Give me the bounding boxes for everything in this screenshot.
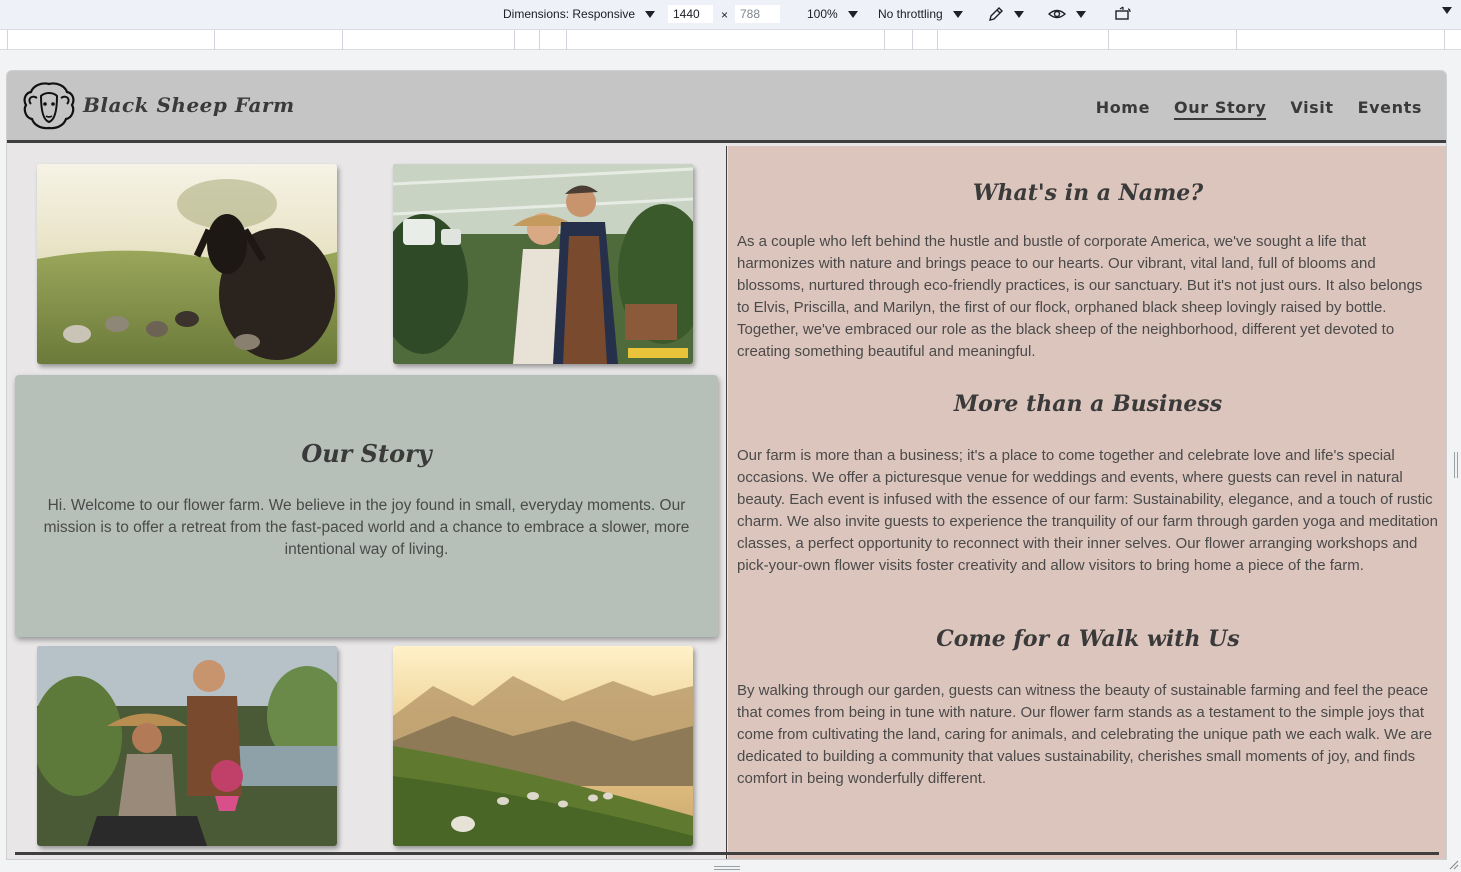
rotate-button[interactable]	[1114, 6, 1132, 22]
greenhouse-couple-photo	[393, 164, 693, 364]
chevron-down-icon	[1076, 10, 1086, 18]
section-name-title: What's in a Name?	[972, 180, 1204, 206]
height-input[interactable]: 788	[735, 5, 780, 23]
nav-events[interactable]: Events	[1358, 98, 1422, 120]
sheep-head-icon[interactable]	[21, 80, 77, 132]
sheep-meadow-photo	[37, 164, 337, 364]
site-navbar: Black Sheep Farm Home Our Story Visit Ev…	[7, 71, 1446, 143]
dimensions-label: Dimensions: Responsive	[503, 7, 636, 21]
footer-divider	[15, 852, 1439, 855]
potted-flowers-photo	[37, 646, 337, 846]
dimensions-dropdown[interactable]: Dimensions: Responsive	[503, 7, 656, 21]
page-viewport: Black Sheep Farm Home Our Story Visit Ev…	[6, 70, 1447, 860]
our-story-card: Our Story Hi. Welcome to our flower farm…	[15, 375, 718, 637]
our-story-title: Our Story	[301, 439, 432, 468]
brand-name[interactable]: Black Sheep Farm	[83, 93, 295, 117]
main-nav: Home Our Story Visit Events	[1096, 98, 1422, 120]
viewport-resize-handle-right[interactable]	[1454, 452, 1458, 478]
more-options-button[interactable]	[1436, 7, 1452, 14]
times-sign: ×	[721, 8, 729, 22]
width-input[interactable]: 1440	[668, 5, 713, 23]
section-walk-title: Come for a Walk with Us	[936, 626, 1240, 652]
chevron-down-icon	[1442, 7, 1452, 14]
chevron-down-icon	[645, 10, 656, 18]
nav-home[interactable]: Home	[1096, 98, 1150, 120]
throttling-label: No throttling	[878, 7, 943, 21]
eye-icon	[1048, 9, 1066, 19]
section-name-text: As a couple who left behind the hustle a…	[737, 233, 1423, 360]
device-toolbar: Dimensions: Responsive 1440 × 788 100% N…	[0, 0, 1461, 30]
throttling-dropdown[interactable]: No throttling	[878, 7, 963, 21]
section-business-text: Our farm is more than a business; it's a…	[737, 447, 1438, 574]
section-walk-text: By walking through our garden, guests ca…	[737, 682, 1433, 787]
mountain-pasture-photo	[393, 646, 693, 846]
rotate-device-icon	[1115, 6, 1131, 20]
left-column: Our Story Hi. Welcome to our flower farm…	[7, 146, 727, 859]
nav-our-story[interactable]: Our Story	[1174, 98, 1267, 120]
zoom-label: 100%	[807, 7, 838, 21]
media-query-ruler	[0, 30, 1461, 50]
eyedropper-button[interactable]	[988, 6, 1024, 22]
nav-visit[interactable]: Visit	[1290, 98, 1333, 120]
our-story-text: Hi. Welcome to our flower farm. We belie…	[43, 497, 690, 558]
right-column: What's in a Name? As a couple who left b…	[728, 146, 1446, 859]
resize-corner-icon[interactable]	[1449, 860, 1459, 870]
eyedropper-icon	[989, 7, 1003, 21]
chevron-down-icon	[847, 10, 858, 18]
chevron-down-icon	[1014, 10, 1024, 18]
zoom-dropdown[interactable]: 100%	[807, 7, 858, 21]
viewport-resize-handle-bottom[interactable]	[714, 866, 740, 870]
vision-button[interactable]	[1048, 6, 1086, 22]
section-business-title: More than a Business	[953, 391, 1223, 417]
chevron-down-icon	[952, 10, 963, 18]
